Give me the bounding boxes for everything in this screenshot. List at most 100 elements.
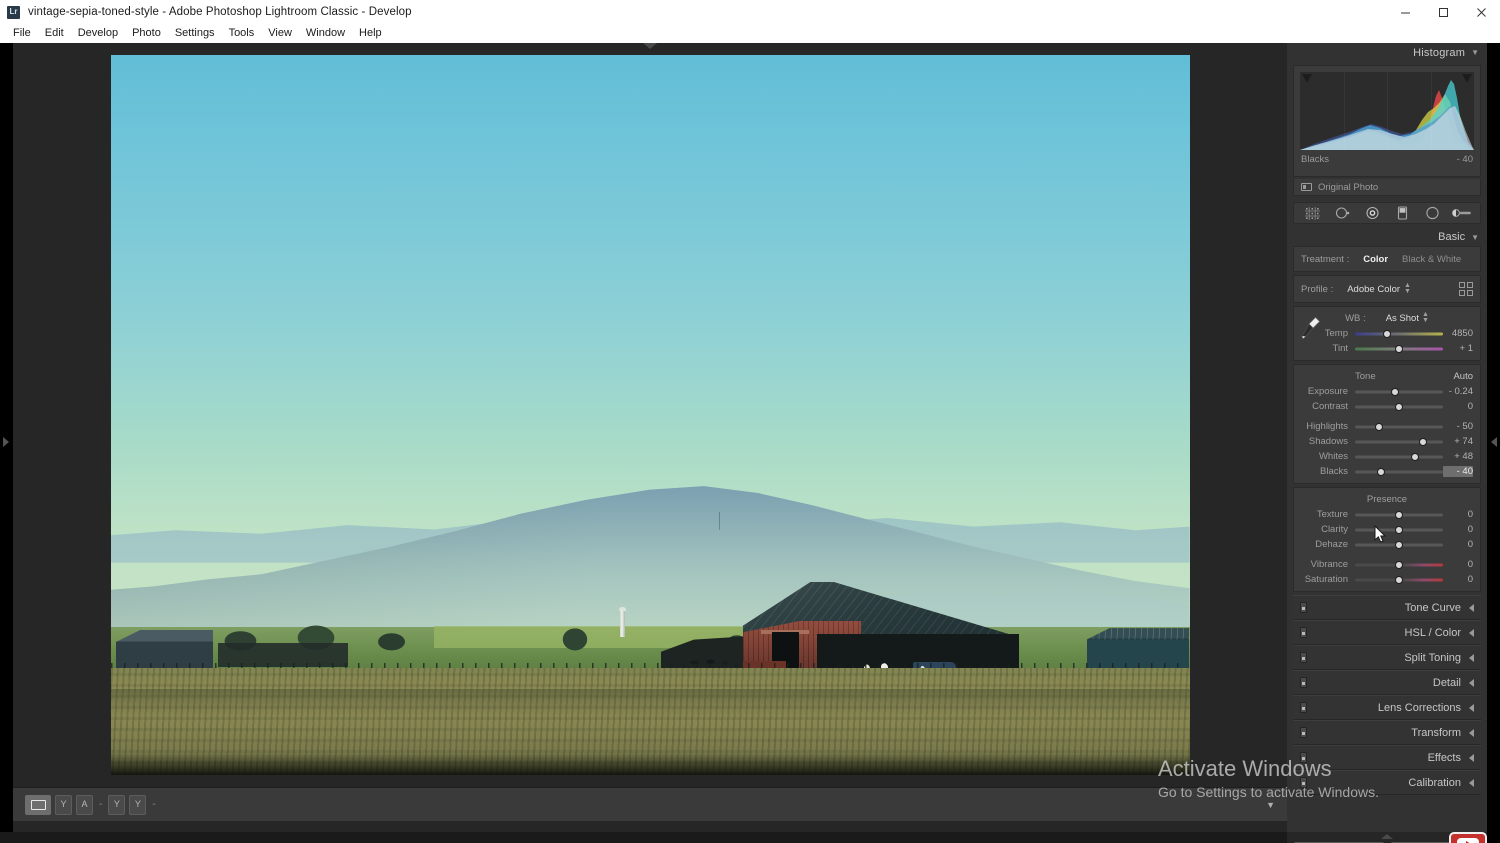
slider-value-tint[interactable]: + 1 xyxy=(1443,343,1473,354)
basic-panel-header[interactable]: Basic ▼ xyxy=(1287,228,1487,246)
right-panel-collapse-arrow-icon[interactable] xyxy=(1491,437,1497,447)
before-after-compare-icon[interactable]: Y xyxy=(55,794,72,815)
updown-arrows-icon-wb[interactable]: ▲ ▼ xyxy=(1422,311,1429,325)
chevron-down-icon-basic[interactable]: ▼ xyxy=(1471,233,1479,242)
panel-detail[interactable]: Detail xyxy=(1293,670,1481,695)
chevron-down-icon[interactable]: ▼ xyxy=(1471,48,1479,57)
before-after-compare-icon-2[interactable]: A xyxy=(76,794,93,815)
photo-preview[interactable] xyxy=(110,55,1190,775)
slider-value-vibrance[interactable]: 0 xyxy=(1443,559,1473,570)
menu-edit[interactable]: Edit xyxy=(38,25,71,42)
chevron-left-icon-calibration[interactable] xyxy=(1469,778,1474,787)
red-eye-correction-icon[interactable] xyxy=(1361,204,1383,222)
panel-switch-transform[interactable] xyxy=(1300,727,1307,738)
chevron-left-icon-effects[interactable] xyxy=(1469,753,1474,762)
treatment-option-bw[interactable]: Black & White xyxy=(1402,254,1461,265)
left-panel-collapsed[interactable] xyxy=(0,43,13,832)
panel-switch-detail[interactable] xyxy=(1300,677,1307,688)
slider-blacks[interactable] xyxy=(1355,466,1443,477)
tone-auto-button[interactable]: Auto xyxy=(1453,371,1473,382)
slider-value-exposure[interactable]: - 0.24 xyxy=(1443,386,1473,397)
maximize-icon[interactable] xyxy=(1424,0,1462,24)
slider-temp[interactable] xyxy=(1355,328,1443,339)
adjustment-brush-icon[interactable] xyxy=(1451,204,1473,222)
menu-help[interactable]: Help xyxy=(352,25,389,42)
updown-arrows-icon-profile[interactable]: ▲ ▼ xyxy=(1404,282,1411,296)
minimize-icon[interactable] xyxy=(1386,0,1424,24)
highlight-clipping-icon[interactable] xyxy=(1462,74,1472,83)
panel-switch-tone-curve[interactable] xyxy=(1300,602,1307,613)
menu-file[interactable]: File xyxy=(6,25,38,42)
original-photo-icon xyxy=(1301,183,1312,191)
youtube-subscribe-badge[interactable]: SUBSCRIBE xyxy=(1449,832,1487,843)
slider-value-clarity[interactable]: 0 xyxy=(1443,524,1473,535)
slider-vibrance[interactable] xyxy=(1355,559,1443,570)
panel-split-toning[interactable]: Split Toning xyxy=(1293,645,1481,670)
menu-window[interactable]: Window xyxy=(299,25,352,42)
menu-settings[interactable]: Settings xyxy=(168,25,222,42)
slider-value-contrast[interactable]: 0 xyxy=(1443,401,1473,412)
chevron-left-icon-lens-corrections[interactable] xyxy=(1469,703,1474,712)
slider-value-texture[interactable]: 0 xyxy=(1443,509,1473,520)
chevron-left-icon-tone-curve[interactable] xyxy=(1469,603,1474,612)
chevron-left-icon-hsl-color[interactable] xyxy=(1469,628,1474,637)
crop-overlay-icon[interactable] xyxy=(1301,204,1323,222)
original-photo-row[interactable]: Original Photo xyxy=(1293,179,1481,196)
menu-photo[interactable]: Photo xyxy=(125,25,168,42)
slider-contrast[interactable] xyxy=(1355,401,1443,412)
slider-exposure[interactable] xyxy=(1355,386,1443,397)
panel-tone-curve[interactable]: Tone Curve xyxy=(1293,595,1481,620)
slider-texture[interactable] xyxy=(1355,509,1443,520)
panel-calibration[interactable]: Calibration xyxy=(1293,770,1481,795)
slider-highlights[interactable] xyxy=(1355,421,1443,432)
panel-hsl-color[interactable]: HSL / Color xyxy=(1293,620,1481,645)
right-panel-bottom-toggle-icon[interactable] xyxy=(1381,834,1393,839)
loupe-view-icon[interactable] xyxy=(25,794,51,815)
slider-value-dehaze[interactable]: 0 xyxy=(1443,539,1473,550)
slider-tint[interactable] xyxy=(1355,343,1443,354)
chevron-left-icon-split-toning[interactable] xyxy=(1469,653,1474,662)
panel-switch-lens-corrections[interactable] xyxy=(1300,702,1307,713)
slider-value-temp[interactable]: 4850 xyxy=(1443,328,1473,339)
slider-value-shadows[interactable]: + 74 xyxy=(1443,436,1473,447)
histogram-header[interactable]: Histogram ▼ xyxy=(1287,43,1487,62)
shadow-clipping-icon[interactable] xyxy=(1302,74,1312,83)
menu-tools[interactable]: Tools xyxy=(222,25,262,42)
chevron-left-icon-transform[interactable] xyxy=(1469,728,1474,737)
panel-transform[interactable]: Transform xyxy=(1293,720,1481,745)
panel-switch-effects[interactable] xyxy=(1300,752,1307,763)
slider-saturation[interactable] xyxy=(1355,574,1443,585)
menu-develop[interactable]: Develop xyxy=(71,25,125,42)
slider-value-highlights[interactable]: - 50 xyxy=(1443,421,1473,432)
graduated-filter-icon[interactable] xyxy=(1391,204,1413,222)
treatment-option-color[interactable]: Color xyxy=(1363,254,1388,265)
histogram-plot[interactable] xyxy=(1300,72,1474,150)
radial-filter-icon[interactable] xyxy=(1421,204,1443,222)
slider-value-blacks[interactable]: - 40 xyxy=(1443,466,1473,477)
profile-value[interactable]: Adobe Color xyxy=(1347,284,1400,295)
menu-view[interactable]: View xyxy=(261,25,299,42)
before-after-split-icon[interactable]: Y xyxy=(108,794,126,815)
slider-value-whites[interactable]: + 48 xyxy=(1443,451,1473,462)
panel-effects[interactable]: Effects xyxy=(1293,745,1481,770)
left-panel-expand-arrow-icon[interactable] xyxy=(3,437,9,447)
wb-value[interactable]: As Shot xyxy=(1386,313,1419,324)
panel-lens-corrections[interactable]: Lens Corrections xyxy=(1293,695,1481,720)
slider-clarity[interactable] xyxy=(1355,524,1443,535)
slider-shadows[interactable] xyxy=(1355,436,1443,447)
close-icon[interactable] xyxy=(1462,0,1500,24)
panel-switch-split-toning[interactable] xyxy=(1300,652,1307,663)
slider-whites[interactable] xyxy=(1355,451,1443,462)
slider-row-texture: Texture 0 xyxy=(1294,507,1480,522)
panel-switch-calibration[interactable] xyxy=(1300,777,1307,788)
profile-browser-icon[interactable] xyxy=(1459,282,1473,296)
before-after-split-icon-2[interactable]: Y xyxy=(129,794,147,815)
white-balance-selector-icon[interactable] xyxy=(1300,315,1322,346)
panel-switch-hsl-color[interactable] xyxy=(1300,627,1307,638)
chevron-left-icon-detail[interactable] xyxy=(1469,678,1474,687)
spot-removal-icon[interactable] xyxy=(1331,204,1353,222)
slider-dehaze[interactable] xyxy=(1355,539,1443,550)
toolbar-caret-icon[interactable]: ▼ xyxy=(1266,800,1275,810)
slider-value-saturation[interactable]: 0 xyxy=(1443,574,1473,585)
window-title: vintage-sepia-toned-style - Adobe Photos… xyxy=(28,6,412,18)
